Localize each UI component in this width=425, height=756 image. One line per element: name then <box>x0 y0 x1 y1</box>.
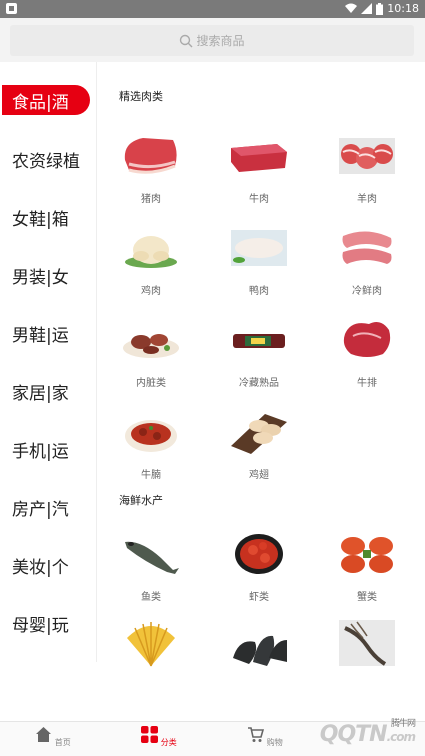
duck-icon <box>231 230 287 266</box>
category-tile[interactable]: 牛腩 <box>111 406 191 481</box>
category-tile[interactable]: 内脏类 <box>111 314 191 389</box>
beef-icon <box>231 144 287 172</box>
sidebar-item-property[interactable]: 房产|汽 <box>0 492 97 522</box>
sidebar-item-baby[interactable]: 母婴|玩 <box>0 608 97 638</box>
status-time: 10:18 <box>387 2 419 15</box>
tab-cart[interactable]: 购物 <box>235 726 295 748</box>
chilled-meat-icon <box>342 231 392 264</box>
tile-label: 内脏类 <box>136 378 166 389</box>
watermark-logo: QQTN.com 腾牛网 <box>319 719 416 747</box>
crab-icon <box>341 537 393 573</box>
wifi-icon <box>345 3 358 13</box>
chicken-wing-icon <box>231 414 287 454</box>
sidebar-item-home[interactable]: 家居|家 <box>0 376 97 406</box>
squid-icon <box>339 620 395 666</box>
tab-label: 首页 <box>54 738 71 747</box>
sidebar-item-womens-shoes[interactable]: 女鞋|箱 <box>0 202 97 232</box>
offal-icon <box>123 334 179 358</box>
section-title-seafood: 海鲜水产 <box>119 494 163 507</box>
category-tile[interactable]: 冷藏熟品 <box>219 314 299 389</box>
tile-label: 虾类 <box>249 592 269 603</box>
category-tile[interactable]: 鸡翅 <box>219 406 299 481</box>
tile-label: 牛腩 <box>141 470 161 481</box>
category-tile[interactable]: 鸡肉 <box>111 222 191 297</box>
search-input[interactable]: 搜索商品 <box>10 25 414 56</box>
category-tile[interactable]: 虾类 <box>219 528 299 603</box>
tab-category[interactable]: 分类 <box>129 726 189 748</box>
category-tile[interactable]: 牛排 <box>327 314 407 389</box>
sidebar-item-agri[interactable]: 农资绿植 <box>0 144 97 174</box>
brisket-icon <box>125 420 177 452</box>
watermark-suffix: .com <box>386 730 416 744</box>
tab-label: 分类 <box>160 738 177 747</box>
category-content: 精选肉类 猪肉 牛肉 羊肉 鸡肉 鸭肉 冷鲜肉 内脏类 冷藏熟品 牛排 牛腩 鸡… <box>97 62 425 718</box>
signal-icon <box>361 3 373 14</box>
pork-icon <box>124 138 177 174</box>
tile-label: 羊肉 <box>357 194 377 205</box>
category-icon <box>141 726 159 743</box>
notification-icon <box>6 3 17 14</box>
status-bar: 10:18 <box>0 0 425 18</box>
scallop-icon <box>127 622 175 667</box>
home-icon <box>36 727 52 742</box>
battery-icon <box>376 2 384 15</box>
tile-label: 牛肉 <box>249 194 269 205</box>
category-tile[interactable]: 蟹类 <box>327 528 407 603</box>
tab-label: 购物 <box>266 738 283 747</box>
steak-icon <box>343 322 391 357</box>
tile-label: 牛排 <box>357 378 377 389</box>
category-sidebar: 食品|酒 农资绿植 女鞋|箱 男装|女 男鞋|运 家居|家 手机|运 房产|汽 … <box>0 62 97 662</box>
sidebar-item-mens-wear[interactable]: 男装|女 <box>0 260 97 290</box>
section-title-meat: 精选肉类 <box>119 90 163 103</box>
sidebar-item-beauty[interactable]: 美妆|个 <box>0 550 97 580</box>
category-tile[interactable] <box>327 618 407 672</box>
watermark-text: QQTN <box>319 722 388 747</box>
sidebar-item-mens-shoes[interactable]: 男鞋|运 <box>0 318 97 348</box>
search-placeholder: 搜索商品 <box>196 34 245 48</box>
cart-icon <box>248 727 265 742</box>
category-tile[interactable]: 羊肉 <box>327 130 407 205</box>
search-icon <box>180 34 193 47</box>
tile-label: 蟹类 <box>357 592 377 603</box>
category-tile[interactable] <box>219 618 299 672</box>
sea-cucumber-icon <box>233 635 287 666</box>
lamb-icon <box>339 138 395 174</box>
tab-home[interactable]: 首页 <box>23 726 83 748</box>
category-tile[interactable]: 鸭肉 <box>219 222 299 297</box>
shrimp-icon <box>235 534 283 574</box>
tile-label: 鱼类 <box>141 592 161 603</box>
sidebar-item-phone[interactable]: 手机|运 <box>0 434 97 464</box>
category-tile[interactable]: 鱼类 <box>111 528 191 603</box>
sausage-icon <box>233 334 285 348</box>
chicken-icon <box>125 236 177 268</box>
category-tile[interactable] <box>111 618 191 672</box>
tile-label: 鸭肉 <box>249 286 269 297</box>
tile-label: 猪肉 <box>141 194 161 205</box>
category-tile[interactable]: 冷鲜肉 <box>327 222 407 297</box>
category-tile[interactable]: 牛肉 <box>219 130 299 205</box>
tile-label: 冷藏熟品 <box>239 378 279 389</box>
watermark-caption: 腾牛网 <box>390 719 416 729</box>
tile-label: 鸡翅 <box>249 470 269 481</box>
tile-label: 鸡肉 <box>141 286 161 297</box>
sidebar-item-food[interactable]: 食品|酒 <box>2 85 90 115</box>
fish-icon <box>125 541 179 574</box>
tile-label: 冷鲜肉 <box>352 286 382 297</box>
category-tile[interactable]: 猪肉 <box>111 130 191 205</box>
search-bar: 搜索商品 <box>0 18 425 62</box>
